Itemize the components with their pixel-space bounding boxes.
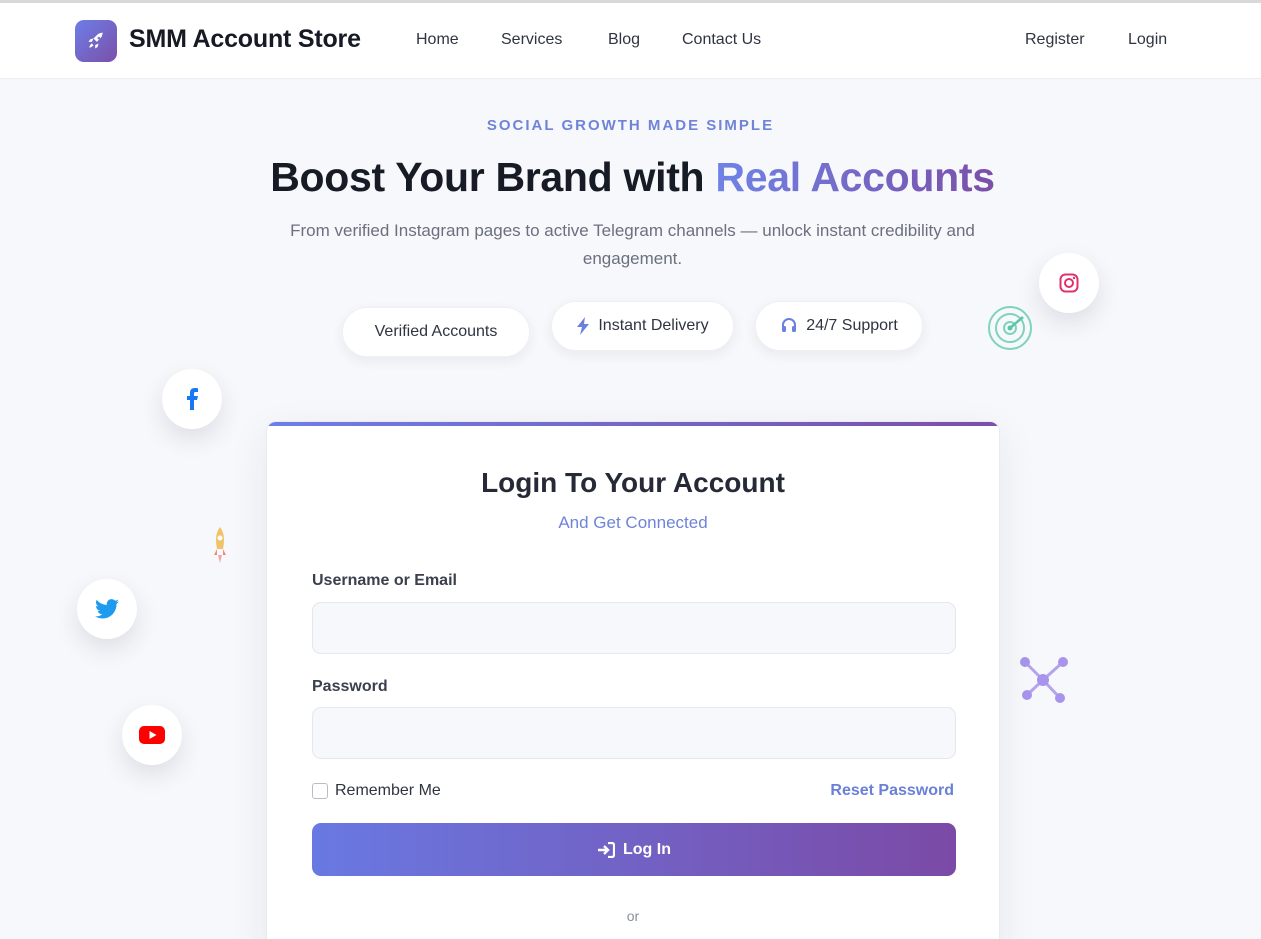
headset-icon — [782, 318, 797, 332]
site-header: SMM Account Store Home Services Blog Con… — [0, 3, 1261, 79]
login-title: Login To Your Account — [481, 467, 785, 498]
nav-login[interactable]: Login — [1128, 31, 1167, 49]
instagram-icon — [1059, 273, 1079, 293]
rocket-decoration-icon — [214, 527, 226, 563]
reset-password-link[interactable]: Reset Password — [830, 782, 954, 800]
hero-eyebrow: SOCIAL GROWTH MADE SIMPLE — [486, 117, 775, 134]
nav-contact-us[interactable]: Contact Us — [682, 31, 761, 49]
hero-subtitle: From verified Instagram pages to active … — [290, 221, 975, 268]
logo[interactable] — [75, 20, 117, 62]
username-input[interactable] — [312, 602, 956, 654]
password-input[interactable] — [312, 707, 956, 759]
feature-instant-delivery: Instant Delivery — [551, 301, 734, 351]
nav-blog[interactable]: Blog — [608, 31, 640, 49]
nav-register[interactable]: Register — [1025, 31, 1085, 49]
nav-home[interactable]: Home — [416, 31, 459, 49]
hero-title: Boost Your Brand with Real Accounts — [0, 154, 1261, 201]
feature-support: 24/7 Support — [755, 301, 923, 351]
youtube-badge — [122, 705, 182, 765]
remember-me-checkbox[interactable] — [312, 783, 328, 799]
network-icon — [1020, 657, 1068, 703]
twitter-icon — [95, 599, 119, 619]
login-subtitle: And Get Connected — [558, 513, 708, 532]
card-accent-bar — [267, 422, 999, 426]
radar-icon — [988, 306, 1032, 350]
twitter-badge — [77, 579, 137, 639]
sign-in-icon — [598, 841, 615, 858]
facebook-icon — [187, 388, 198, 410]
youtube-icon — [139, 726, 165, 744]
facebook-badge — [162, 369, 222, 429]
rocket-icon — [88, 32, 103, 49]
brand-name[interactable]: SMM Account Store — [129, 25, 361, 54]
hero-title-plain: Boost Your Brand with — [270, 154, 716, 200]
instagram-badge — [1039, 253, 1099, 313]
bolt-icon — [577, 317, 590, 335]
login-button-label: Log In — [623, 840, 671, 858]
username-label: Username or Email — [312, 572, 457, 589]
login-card: Login To Your Account And Get Connected … — [266, 421, 1000, 939]
or-divider: or — [626, 908, 640, 924]
feature-label: Verified Accounts — [374, 323, 498, 340]
feature-verified-accounts: Verified Accounts — [342, 307, 530, 357]
nav-services[interactable]: Services — [501, 31, 562, 49]
remember-me-label[interactable]: Remember Me — [335, 782, 441, 800]
feature-label: Instant Delivery — [598, 317, 709, 334]
login-button[interactable]: Log In — [312, 823, 956, 876]
feature-label: 24/7 Support — [806, 317, 898, 334]
password-label: Password — [312, 678, 388, 695]
hero-title-accent: Real Accounts — [715, 154, 995, 200]
